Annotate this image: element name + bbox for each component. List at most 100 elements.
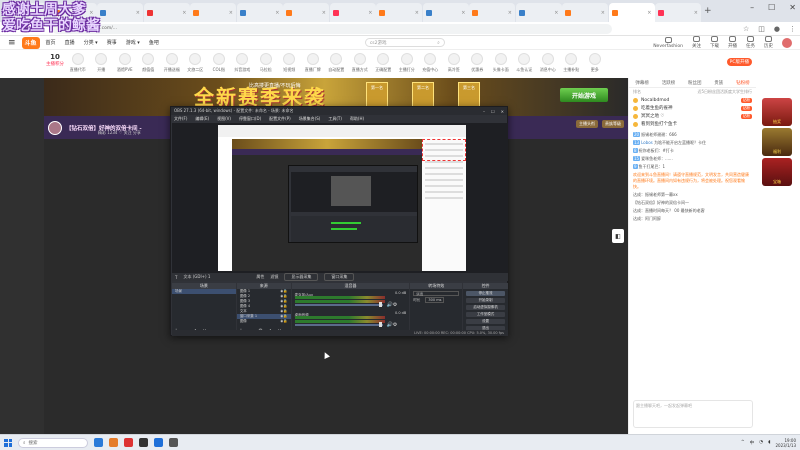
browser-tab[interactable]: × xyxy=(608,3,655,22)
hamburger-icon[interactable]: ≡ xyxy=(8,38,16,48)
obs-menu-item[interactable]: 工具(T) xyxy=(328,116,342,122)
obs-close-icon[interactable]: ✕ xyxy=(501,109,504,114)
star-icon[interactable]: ☆ xyxy=(743,25,749,33)
category-item[interactable]: 自动配置 xyxy=(325,53,349,73)
obs-menu-item[interactable]: 视图(V) xyxy=(217,116,231,122)
display-capture-button[interactable]: 显示器采集 xyxy=(284,273,319,281)
transition-select[interactable]: 淡出 xyxy=(413,291,460,296)
search-icon[interactable]: ⌕ xyxy=(437,40,440,46)
start-game-button[interactable]: 开始游戏 xyxy=(560,88,608,102)
taskbar-app-icon[interactable] xyxy=(139,438,148,447)
header-download[interactable]: 下载 xyxy=(710,36,719,49)
tab-close-icon[interactable]: × xyxy=(368,10,372,16)
obs-control-button[interactable]: 启动虚拟摄像机 xyxy=(466,305,505,310)
tab-close-icon[interactable]: × xyxy=(182,10,186,16)
rank-row[interactable]: Nocalbdmod 钻粉 xyxy=(629,96,756,104)
points-item[interactable]: 10 主播积分 xyxy=(44,53,66,67)
volume-icon[interactable]: ◖ xyxy=(768,440,770,445)
url-input[interactable]: https://www.douyu.com/... xyxy=(52,23,612,34)
obs-maximize-icon[interactable]: ☐ xyxy=(491,109,495,114)
tab-nobles[interactable]: 贵族 xyxy=(714,80,723,86)
taskbar-app-icon[interactable] xyxy=(154,438,163,447)
obs-control-button[interactable]: 开始录制 xyxy=(466,298,505,303)
browser-tab[interactable]: × xyxy=(515,3,562,22)
fader-handle[interactable] xyxy=(378,322,382,327)
taskbar-app-icon[interactable] xyxy=(124,438,133,447)
more-icon[interactable]: ⋮ xyxy=(789,25,796,33)
category-item[interactable]: 优惠券 xyxy=(466,53,490,73)
browser-tab[interactable]: × xyxy=(469,3,515,22)
tab-barrage-rank[interactable]: 弹幕榜 xyxy=(635,80,649,86)
category-item[interactable]: 主播打分 xyxy=(395,53,419,73)
tab-close-icon[interactable]: × xyxy=(601,10,605,16)
tray-expand-icon[interactable]: ^ xyxy=(741,440,745,445)
tab-active-rank[interactable]: 活跃榜 xyxy=(662,80,676,86)
minimize-icon[interactable]: – xyxy=(750,3,754,12)
tab-close-icon[interactable]: × xyxy=(229,10,233,16)
browser-tab[interactable]: × xyxy=(190,3,236,22)
chest-widget[interactable]: 宝箱 xyxy=(762,158,792,186)
filters-button[interactable]: 滤镜 xyxy=(270,274,278,280)
fader-handle[interactable] xyxy=(378,302,382,307)
browser-tab[interactable]: × xyxy=(97,3,143,22)
category-item[interactable]: 头像卡面 xyxy=(489,53,513,73)
chat-input[interactable]: 跟主播聊天吧，一起发起弹幕吧 xyxy=(633,400,753,428)
rank-row[interactable]: 看到到鱼打个鱼卡 xyxy=(629,120,756,128)
category-item[interactable]: 短视频 xyxy=(278,53,302,73)
room-badge[interactable]: 贵族等级 xyxy=(602,120,624,128)
obs-menu-item[interactable]: 场景集合(S) xyxy=(299,116,321,122)
tab-close-icon[interactable]: × xyxy=(554,10,558,16)
taskbar-search[interactable]: ⌕ 搜索 xyxy=(18,437,88,448)
category-item[interactable]: 开播 xyxy=(90,53,114,73)
chat-username[interactable]: Lobos xyxy=(641,140,653,145)
tab-close-icon[interactable]: × xyxy=(275,10,279,16)
volume-fader[interactable] xyxy=(294,324,383,326)
obs-control-button[interactable]: 停止推流 xyxy=(466,291,505,296)
category-item[interactable]: 抖音游戏 xyxy=(231,53,255,73)
category-item[interactable]: 直播代币 xyxy=(66,53,90,73)
obs-menu-item[interactable]: 配置文件(P) xyxy=(269,116,291,122)
tab-close-icon[interactable]: × xyxy=(136,10,140,16)
transition-duration-input[interactable]: 300 ms xyxy=(425,297,445,303)
collapse-chat-icon[interactable]: ◧ xyxy=(612,229,624,243)
nav-category[interactable]: 分类 ▾ xyxy=(84,39,98,46)
header-start-live[interactable]: 开播 xyxy=(728,36,737,49)
category-item[interactable]: 酒馆PVE xyxy=(113,53,137,73)
extension-icon[interactable]: ◫ xyxy=(758,25,765,33)
obs-preview[interactable] xyxy=(172,123,508,273)
category-item[interactable]: 斗鱼认证 xyxy=(513,53,537,73)
visibility-eye-icon[interactable]: ◉🔒 xyxy=(280,319,287,324)
obs-menu-item[interactable]: 帮助(H) xyxy=(350,116,364,122)
nav-home[interactable]: 首页 xyxy=(46,39,56,46)
window-capture-button[interactable]: 窗口采集 xyxy=(324,273,355,281)
properties-button[interactable]: 属性 xyxy=(256,274,264,280)
category-item[interactable]: 颜值值 xyxy=(137,53,161,73)
browser-tab[interactable]: × xyxy=(655,3,701,22)
browser-tab[interactable]: × xyxy=(143,3,190,22)
obs-menu-item[interactable]: 停靠窗口(D) xyxy=(239,116,261,122)
site-search-input[interactable]: cs2游戏 ⌕ xyxy=(364,38,445,47)
tab-close-icon[interactable]: × xyxy=(508,10,512,16)
room-badge[interactable]: 主播头衔 xyxy=(576,120,598,128)
new-tab-button[interactable]: + xyxy=(704,6,712,16)
pc-live-badge[interactable]: PC版开播 xyxy=(726,58,752,66)
site-logo[interactable]: 斗鱼 xyxy=(21,36,40,49)
category-item[interactable]: 马拉松 xyxy=(254,53,278,73)
category-item[interactable]: 主播补贴 xyxy=(560,53,584,73)
category-item[interactable]: 更多 xyxy=(583,53,607,73)
close-icon[interactable]: ✕ xyxy=(789,3,796,12)
speaker-icon[interactable]: 🔊⚙ xyxy=(387,322,398,328)
streamer-avatar[interactable] xyxy=(48,120,62,135)
browser-tab[interactable]: × xyxy=(562,3,608,22)
category-item[interactable]: 直播厂牌 xyxy=(301,53,325,73)
browser-tab[interactable]: × xyxy=(422,3,469,22)
header-follow[interactable]: 关注 xyxy=(692,36,701,49)
browser-tab[interactable]: × xyxy=(376,3,422,22)
category-item[interactable]: 文旅二区 xyxy=(184,53,208,73)
taskbar-clock[interactable]: 19:00 2023/1/13 xyxy=(775,438,796,448)
category-item[interactable]: 直播方式 xyxy=(348,53,372,73)
maximize-icon[interactable]: ☐ xyxy=(768,3,775,12)
obs-menu-item[interactable]: 编辑(E) xyxy=(195,116,209,122)
category-item[interactable]: 开播送福 xyxy=(160,53,184,73)
rank-row[interactable]: 吃着生鱼的雀神 钻粉 xyxy=(629,104,756,112)
